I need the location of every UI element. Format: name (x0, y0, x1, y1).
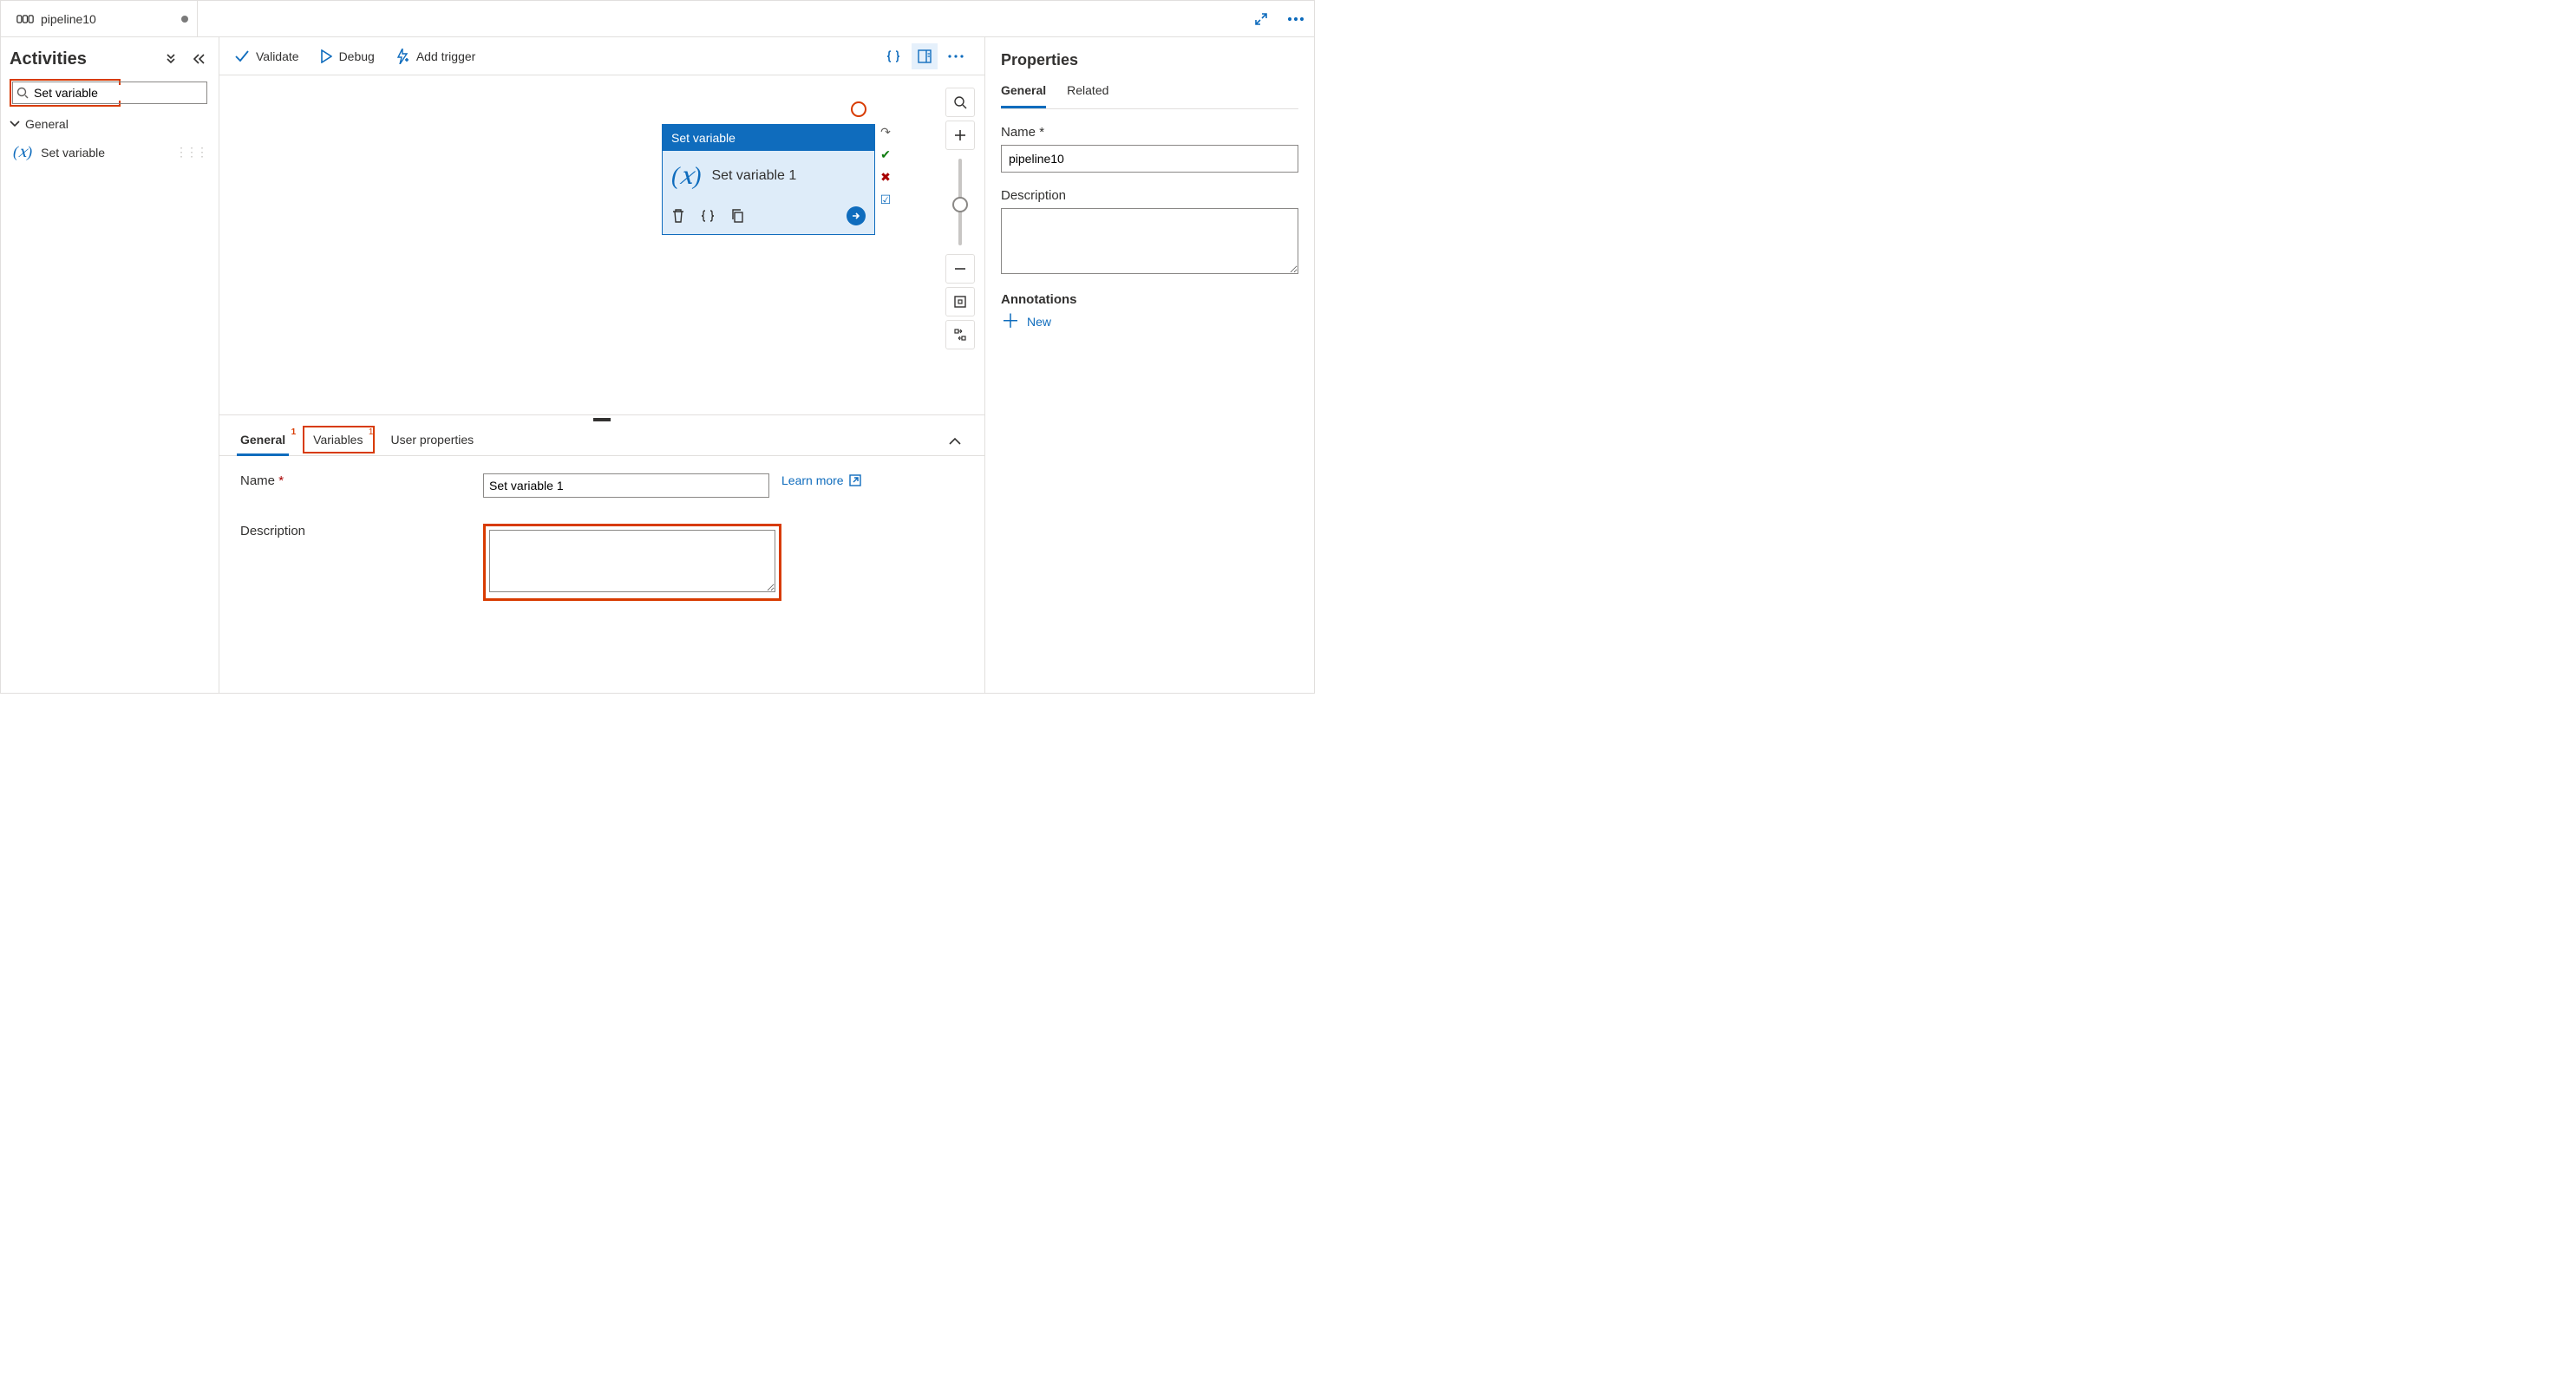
properties-toggle-button[interactable] (912, 43, 938, 69)
pipeline-icon (16, 13, 34, 25)
search-input[interactable] (32, 85, 203, 101)
panel-resize-handle[interactable] (219, 415, 984, 424)
node-type-label: Set variable (663, 125, 874, 151)
node-json-icon[interactable] (701, 209, 715, 223)
zoom-in-icon[interactable] (945, 121, 975, 150)
pipeline-desc-input[interactable] (1001, 208, 1298, 274)
variable-icon: (𝑥) (13, 143, 32, 161)
pipeline-name-label: Name * (1001, 125, 1298, 140)
delete-node-icon[interactable] (671, 208, 685, 224)
unsaved-dot-icon (181, 16, 188, 23)
sidebar-title: Activities (10, 49, 87, 69)
expand-window-icon[interactable] (1250, 8, 1272, 30)
description-highlight-box (483, 524, 781, 601)
activity-node-set-variable[interactable]: Set variable (𝑥) Set variable 1 (662, 124, 875, 235)
output-skip-icon[interactable]: ↷ (877, 126, 894, 138)
activity-name-input[interactable] (483, 473, 769, 498)
tab-general[interactable]: General 1 (237, 424, 289, 455)
group-general[interactable]: General (10, 117, 210, 131)
properties-title: Properties (1001, 51, 1298, 69)
pipeline-name-input[interactable] (1001, 145, 1298, 173)
tab-user-properties[interactable]: User properties (387, 424, 477, 455)
zoom-slider-thumb[interactable] (952, 197, 968, 212)
node-output-handles: ↷ ✔ ✖ ☑ (877, 126, 894, 205)
sidebar-search-highlight (10, 79, 121, 107)
tab-title: pipeline10 (41, 12, 96, 26)
annotations-label: Annotations (1001, 292, 1298, 307)
search-icon (16, 87, 29, 99)
zoom-slider[interactable] (958, 159, 962, 245)
copy-node-icon[interactable] (730, 208, 744, 224)
annotations-new-button[interactable]: ＋ New (1001, 312, 1298, 331)
pipeline-desc-label: Description (1001, 188, 1298, 203)
output-completion-icon[interactable]: ☑ (877, 193, 894, 205)
activity-desc-input[interactable] (489, 530, 775, 592)
activity-set-variable[interactable]: (𝑥) Set variable ⋮⋮⋮ (10, 138, 210, 166)
drag-handle-icon[interactable]: ⋮⋮⋮ (175, 145, 206, 160)
collapse-panel-icon[interactable] (943, 427, 967, 455)
collapse-sidebar-icon[interactable] (187, 48, 210, 70)
fit-screen-icon[interactable] (945, 287, 975, 316)
tab-variables[interactable]: Variables 1 (310, 424, 366, 455)
editor-tab[interactable]: pipeline10 (8, 1, 198, 36)
activity-desc-label: Description (240, 524, 483, 538)
pipeline-canvas[interactable]: Set variable (𝑥) Set variable 1 (219, 75, 984, 414)
expand-all-icon[interactable] (160, 48, 182, 70)
props-tab-related[interactable]: Related (1067, 83, 1108, 108)
learn-more-link[interactable]: Learn more (781, 473, 861, 487)
debug-button[interactable]: Debug (320, 49, 375, 63)
node-open-icon[interactable] (847, 206, 866, 225)
zoom-out-icon[interactable] (945, 254, 975, 284)
plus-icon: ＋ (1001, 312, 1020, 331)
activities-sidebar: Activities (1, 37, 219, 693)
auto-layout-icon[interactable] (945, 320, 975, 349)
output-success-icon[interactable]: ✔ (877, 148, 894, 160)
chevron-down-icon (10, 120, 20, 128)
activity-name-label: Name * (240, 473, 483, 488)
variable-icon: (𝑥) (671, 161, 701, 191)
props-tab-general[interactable]: General (1001, 83, 1046, 108)
add-trigger-button[interactable]: Add trigger (396, 49, 475, 64)
output-fail-icon[interactable]: ✖ (877, 171, 894, 183)
canvas-highlight-ring-icon (851, 101, 866, 117)
toolbar-more-icon[interactable] (943, 43, 969, 69)
node-name: Set variable 1 (711, 168, 796, 184)
properties-panel: Properties General Related Name * Descri… (984, 37, 1314, 693)
validate-button[interactable]: Validate (235, 49, 299, 63)
more-menu-icon[interactable] (1285, 8, 1307, 30)
canvas-search-icon[interactable] (945, 88, 975, 117)
json-view-button[interactable] (880, 43, 906, 69)
